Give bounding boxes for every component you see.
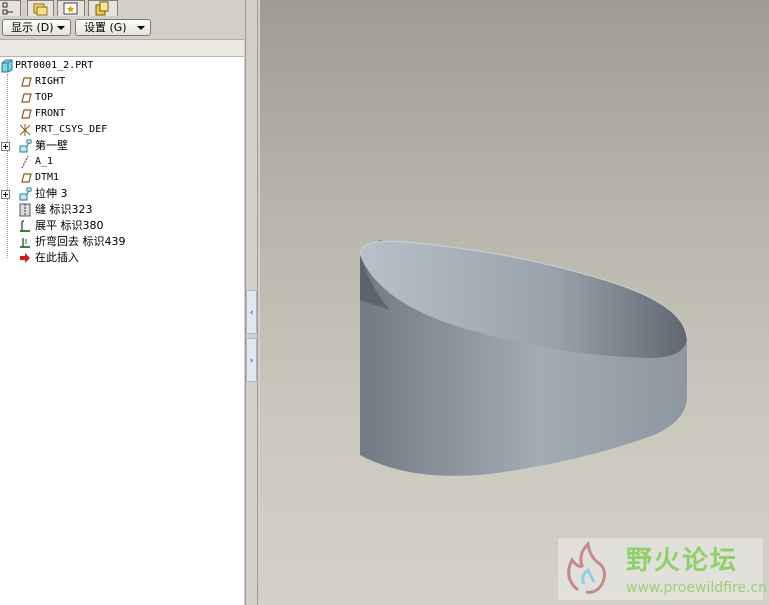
favorites-icon <box>63 2 78 15</box>
tree-item-label: 缝 标识323 <box>35 203 93 216</box>
chevron-down-icon <box>57 26 65 30</box>
tree-item-label: DTM1 <box>35 172 60 183</box>
bend-back-icon <box>20 238 30 248</box>
folder-browser-tab[interactable] <box>27 0 54 16</box>
connections-icon <box>95 1 109 16</box>
tree-item-bend-back[interactable]: 折弯回去 标识439 <box>0 234 200 250</box>
tree-column-header <box>0 40 244 57</box>
show-dropdown-label: 显示 (D) <box>11 21 54 34</box>
rip-icon <box>19 203 31 217</box>
watermark-url: www.proewildfire.cn <box>626 580 768 596</box>
tree-item-label: 在此插入 <box>35 251 79 264</box>
connections-tab[interactable] <box>88 0 118 16</box>
csys-icon <box>19 124 31 136</box>
settings-dropdown-label: 设置 (G) <box>84 21 127 34</box>
insert-here-arrow-icon <box>20 253 30 263</box>
tree-item-dtm1[interactable]: DTM1 <box>0 170 200 186</box>
favorites-tab[interactable] <box>57 0 85 16</box>
unbend-icon <box>20 220 30 232</box>
datum-plane-icon <box>21 93 32 103</box>
folder-browser-icon <box>33 3 48 16</box>
tree-item-label: A_1 <box>35 156 54 167</box>
tree-item-label: 第一壁 <box>35 139 68 152</box>
tree-item-unbend[interactable]: 展平 标识380 <box>0 218 200 234</box>
panel-splitter[interactable]: ‹ › <box>244 0 260 605</box>
datum-axis-icon <box>21 155 29 169</box>
model-tree-icon <box>2 2 13 15</box>
expand-icon[interactable] <box>1 142 10 151</box>
collapse-panel-button[interactable]: ‹ <box>246 290 257 334</box>
first-wall-icon <box>19 139 32 153</box>
tree-item-top[interactable]: TOP <box>0 90 200 106</box>
tree-toolbar: 显示 (D) 设置 (G) <box>0 17 244 40</box>
tree-item-front[interactable]: FRONT <box>0 106 200 122</box>
sheetmetal-cylinder-model <box>359 240 688 476</box>
tree-item-rip[interactable]: 缝 标识323 <box>0 202 200 218</box>
tree-item-right[interactable]: RIGHT <box>0 74 200 90</box>
tree-item-label: 拉伸 3 <box>35 187 68 200</box>
tree-item-csys[interactable]: PRT_CSYS_DEF <box>0 122 200 138</box>
navigator-tab-strip <box>0 0 244 17</box>
tree-item-extrude[interactable]: 拉伸 3 <box>0 186 200 202</box>
tree-item-label: 折弯回去 标识439 <box>35 235 126 248</box>
expand-icon[interactable] <box>1 190 10 199</box>
splitter-edge <box>257 0 258 605</box>
datum-plane-icon <box>21 77 32 87</box>
part-icon <box>1 59 13 73</box>
model-tree-tab[interactable] <box>0 0 21 16</box>
watermark-title: 野火论坛 <box>626 546 739 576</box>
tree-item-label: PRT_CSYS_DEF <box>35 124 108 135</box>
tree-item-axis[interactable]: A_1 <box>0 154 200 170</box>
tree-item-label: 展平 标识380 <box>35 219 104 232</box>
graphics-window[interactable] <box>260 0 769 605</box>
chevron-down-icon <box>137 26 145 30</box>
extrude-icon <box>19 187 32 201</box>
tree-item-label: RIGHT <box>35 76 66 87</box>
flame-logo-icon <box>567 540 607 594</box>
datum-plane-icon <box>21 173 32 183</box>
tree-item-insert-here[interactable]: 在此插入 <box>0 250 200 266</box>
tree-item-label: TOP <box>35 92 54 103</box>
expand-panel-button[interactable]: › <box>246 338 257 382</box>
navigator-panel: 显示 (D) 设置 (G) PRT0001_2.PRT RIGHT TOP FR… <box>0 0 244 605</box>
tree-item-label: FRONT <box>35 108 66 119</box>
settings-dropdown-button[interactable]: 设置 (G) <box>75 19 151 36</box>
tree-item-first-wall[interactable]: 第一壁 <box>0 138 200 154</box>
tree-item-label: PRT0001_2.PRT <box>15 60 94 71</box>
show-dropdown-button[interactable]: 显示 (D) <box>2 19 71 36</box>
datum-plane-icon <box>21 109 32 119</box>
